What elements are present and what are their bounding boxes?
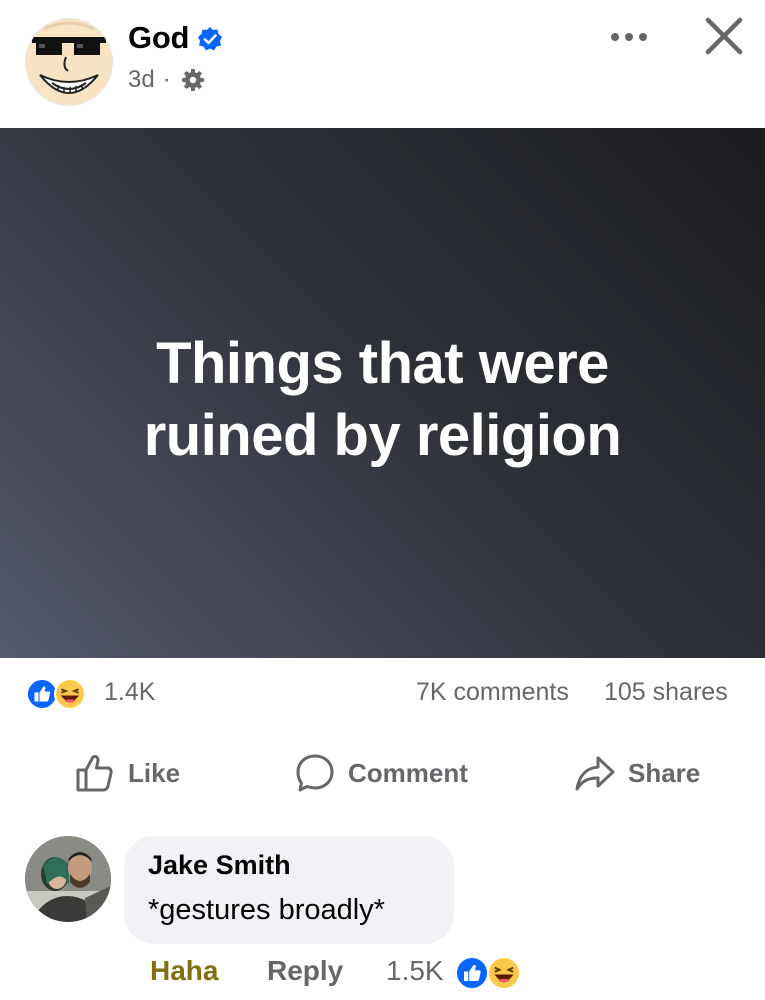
post-image[interactable]: Things that were ruined by religion	[0, 128, 765, 658]
post-image-text-line1: Things that were	[156, 331, 609, 396]
post-meta: 3d ·	[128, 66, 205, 94]
meta-separator: ·	[162, 66, 171, 93]
gear-icon[interactable]	[181, 68, 205, 92]
post-stats: 1.4K 7K comments 105 shares	[0, 658, 765, 728]
comment-button[interactable]: Comment	[294, 740, 468, 806]
post-image-text: Things that were ruined by religion	[0, 328, 765, 472]
author-name[interactable]: God	[128, 20, 189, 56]
comments-count[interactable]: 7K comments	[416, 678, 569, 707]
comment-reactions-count[interactable]: 1.5K	[386, 955, 444, 987]
post-time[interactable]: 3d	[128, 66, 155, 94]
reply-button[interactable]: Reply	[267, 955, 343, 987]
verified-badge-icon	[198, 27, 222, 51]
like-reaction-icon	[455, 956, 489, 990]
reactions-count[interactable]: 1.4K	[104, 678, 155, 707]
avatar-face-icon	[26, 19, 112, 105]
comment-reaction-icons[interactable]	[454, 955, 530, 991]
post-image-text-line2: ruined by religion	[143, 403, 622, 468]
commenter-name[interactable]: Jake Smith	[148, 850, 291, 881]
comment-text: *gestures broadly*	[148, 894, 385, 926]
share-label: Share	[628, 757, 701, 788]
comment-actions: Haha Reply 1.5K	[150, 955, 750, 995]
post-actions: Like Comment Share	[0, 740, 765, 806]
more-dots-icon[interactable]	[606, 22, 652, 52]
haha-reaction-icon	[54, 678, 86, 710]
share-arrow-icon	[575, 756, 615, 791]
comment-bubble: Jake Smith *gestures broadly*	[124, 836, 454, 944]
like-reaction-icon	[26, 678, 58, 710]
reaction-summary-icons[interactable]	[25, 677, 95, 711]
like-label: Like	[128, 757, 181, 788]
thumbs-up-icon	[76, 755, 113, 792]
comment-reaction-button[interactable]: Haha	[150, 955, 218, 987]
commenter-avatar[interactable]	[25, 836, 111, 922]
close-icon[interactable]	[700, 12, 748, 60]
share-button[interactable]: Share	[574, 740, 700, 806]
commenter-photo	[25, 836, 111, 922]
comment-label: Comment	[348, 757, 468, 788]
shares-count[interactable]: 105 shares	[604, 678, 728, 707]
post-header: God 3d ·	[0, 0, 765, 128]
like-button[interactable]: Like	[74, 740, 180, 806]
comment-icon	[296, 754, 334, 792]
author-avatar[interactable]	[25, 18, 113, 106]
haha-reaction-icon	[487, 956, 521, 990]
